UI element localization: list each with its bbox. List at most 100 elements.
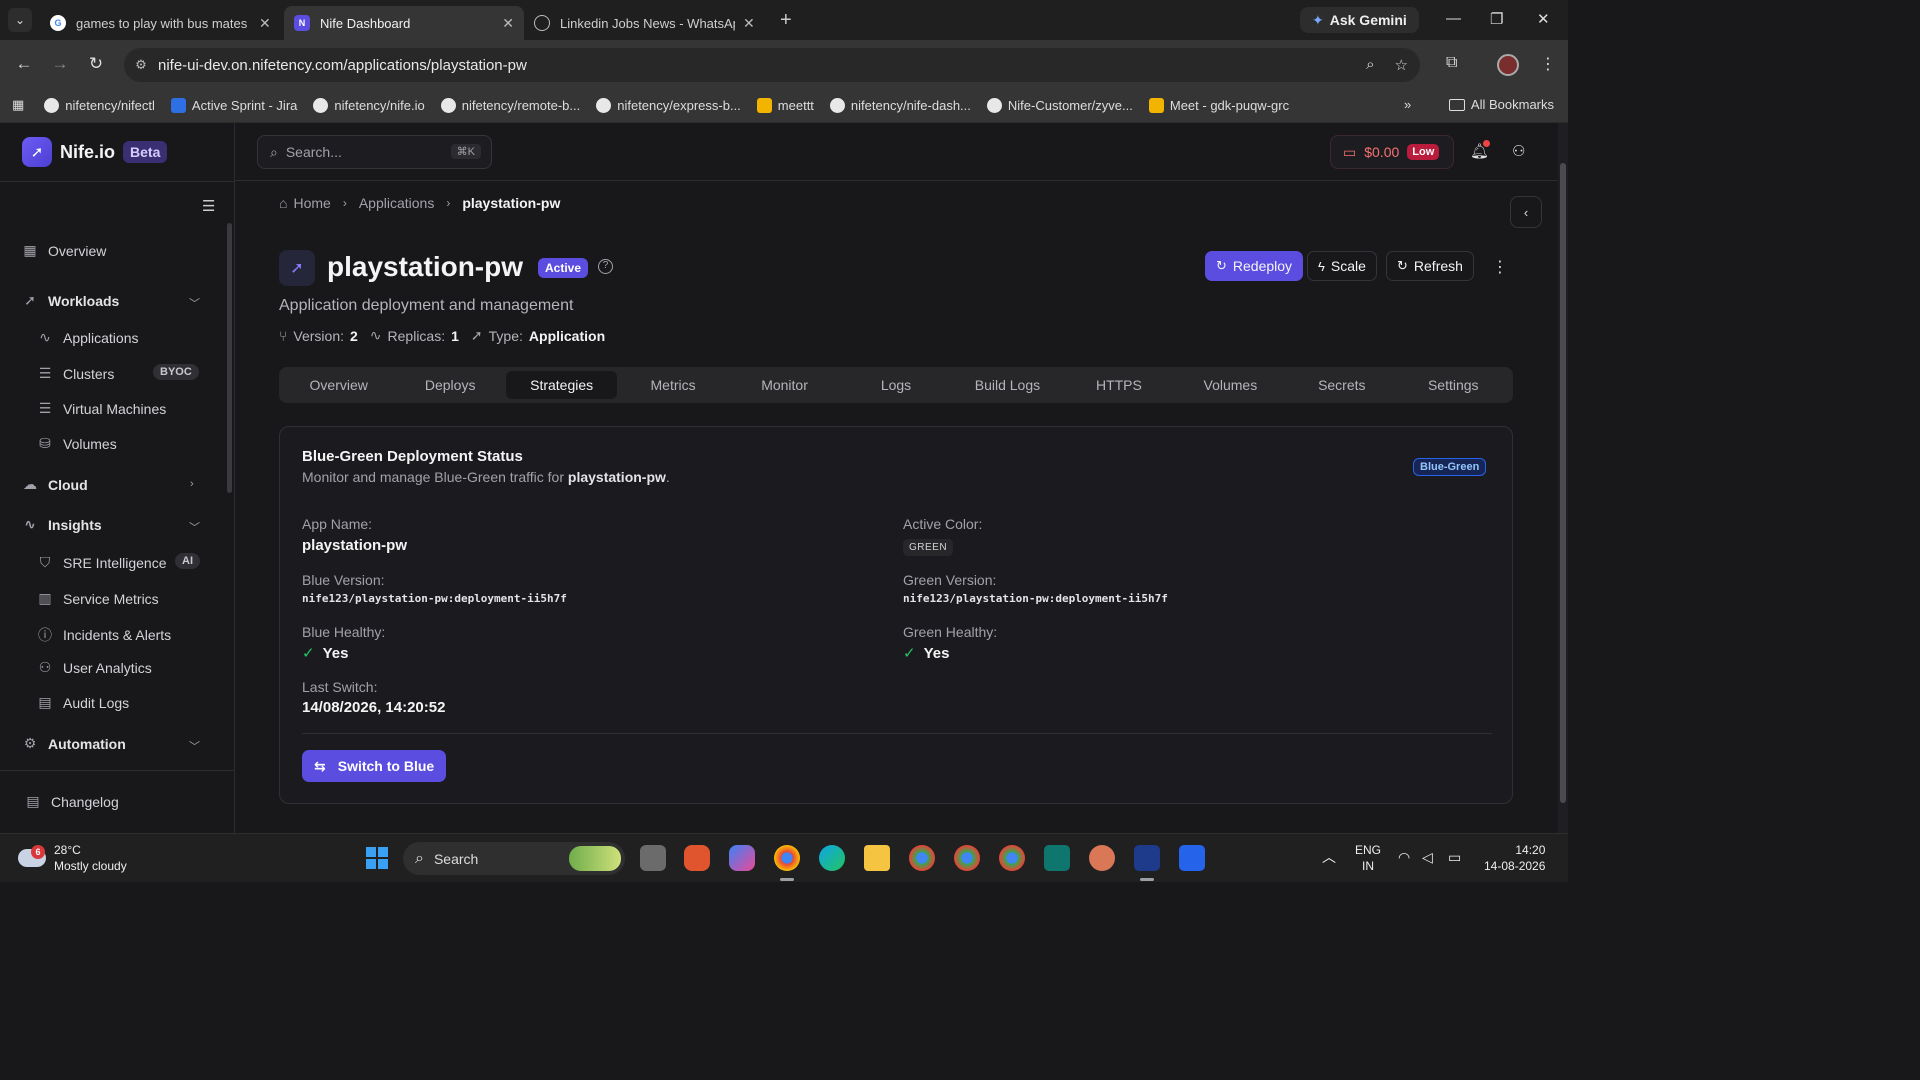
refresh-button[interactable]: ↻ Refresh	[1386, 251, 1474, 281]
ask-gemini-button[interactable]: ✦ Ask Gemini	[1300, 7, 1419, 33]
tab-search-button[interactable]: ⌄	[8, 8, 32, 32]
tab-build-logs[interactable]: Build Logs	[952, 371, 1063, 399]
back-icon[interactable]: ←	[6, 54, 42, 74]
chevron-right-icon[interactable]: ›	[190, 478, 194, 490]
tab-settings[interactable]: Settings	[1398, 371, 1509, 399]
sidebar-item-overview[interactable]: ▦ Overview	[22, 242, 106, 259]
collapse-panel-button[interactable]: ‹	[1510, 196, 1542, 228]
bookmark-star-icon[interactable]: ☆	[1395, 56, 1408, 74]
apps-grid-icon[interactable]: ▦	[12, 97, 24, 113]
reload-icon[interactable]: ↻	[78, 54, 114, 74]
bookmark-item[interactable]: Nife-Customer/zyve...	[986, 97, 1133, 113]
tab-deploys[interactable]: Deploys	[394, 371, 505, 399]
close-tab-icon[interactable]: ✕	[502, 15, 514, 32]
browser-menu-icon[interactable]: ⋮	[1540, 54, 1556, 74]
bookmark-item[interactable]: Active Sprint - Jira	[170, 97, 297, 113]
bookmark-item[interactable]: nifetency/remote-b...	[440, 97, 580, 113]
sidebar-item-service-metrics[interactable]: ▥ Service Metrics	[37, 590, 158, 607]
redeploy-button[interactable]: ↻ Redeploy	[1205, 251, 1304, 281]
bookmark-item[interactable]: nifetency/nife-dash...	[829, 97, 971, 113]
claude-icon[interactable]	[1089, 845, 1115, 871]
breadcrumb-home[interactable]: Home	[293, 195, 330, 211]
sidebar-item-virtual-machines[interactable]: ☰ Virtual Machines	[37, 400, 167, 417]
tab-monitor[interactable]: Monitor	[729, 371, 840, 399]
more-actions-icon[interactable]: ⋮	[1492, 257, 1508, 277]
clock[interactable]: 14:20 14-08-2026	[1484, 842, 1545, 874]
sidebar-item-applications[interactable]: ∿ Applications	[37, 329, 138, 346]
browser-tab-games[interactable]: G games to play with bus mates - ✕	[40, 6, 284, 40]
bookmark-item[interactable]: nifetency/nife.io	[313, 97, 425, 113]
taskbar-search[interactable]: ⌕ Search	[403, 842, 625, 875]
switch-to-blue-button[interactable]: ⇆ Switch to Blue	[302, 750, 447, 782]
sidebar-item-volumes[interactable]: ⛁ Volumes	[37, 435, 117, 452]
help-icon[interactable]: ?	[598, 259, 613, 274]
tab-strategies[interactable]: Strategies	[505, 371, 618, 399]
edge-icon[interactable]	[819, 845, 845, 871]
credit-balance-button[interactable]: ▭ $0.00 Low	[1330, 135, 1454, 169]
tab-logs[interactable]: Logs	[840, 371, 951, 399]
search-input[interactable]: ⌕ Search... ⌘K	[257, 135, 492, 169]
sidebar-item-audit-logs[interactable]: ▤ Audit Logs	[37, 694, 129, 711]
weather-widget[interactable]: 6 28°C Mostly cloudy	[18, 842, 127, 874]
file-explorer-icon[interactable]	[864, 845, 890, 871]
tab-volumes[interactable]: Volumes	[1175, 371, 1286, 399]
close-tab-icon[interactable]: ✕	[259, 15, 271, 32]
scrollbar-thumb[interactable]	[1560, 163, 1566, 803]
chevron-down-icon[interactable]: ﹀	[189, 738, 200, 754]
zoom-icon[interactable]: ⌕	[1366, 56, 1374, 74]
site-settings-icon[interactable]: ⚙	[124, 57, 158, 73]
sidebar-toggle-icon[interactable]: ☰	[202, 197, 215, 215]
extensions-icon[interactable]: ⧉	[1446, 54, 1457, 72]
volume-icon[interactable]: ◁	[1422, 849, 1433, 865]
bookmark-item[interactable]: Meet - gdk-puqw-grc	[1148, 97, 1289, 113]
sidebar-item-clusters[interactable]: ☰ Clusters	[37, 365, 115, 382]
minimize-icon[interactable]: —	[1446, 10, 1461, 27]
sidebar-item-sre-intelligence[interactable]: ⛉ SRE Intelligence	[37, 554, 167, 571]
page-scrollbar[interactable]	[1558, 123, 1568, 833]
profile-avatar[interactable]	[1497, 54, 1519, 76]
sidebar-item-incidents-alerts[interactable]: ⓘ Incidents & Alerts	[37, 625, 171, 645]
sidebar-section-workloads[interactable]: ➚ Workloads	[22, 292, 119, 309]
chrome-profile-icon[interactable]	[999, 845, 1025, 871]
bookmark-item[interactable]: meettt	[756, 97, 814, 113]
chrome-profile-icon[interactable]	[909, 845, 935, 871]
breadcrumb-applications[interactable]: Applications	[359, 195, 435, 211]
chrome-icon[interactable]	[774, 845, 800, 871]
user-icon[interactable]: ⚇	[1512, 142, 1525, 160]
scale-button[interactable]: ϟ Scale	[1307, 251, 1377, 281]
brave-icon[interactable]	[684, 845, 710, 871]
bookmark-item[interactable]: nifetency/nifectl	[44, 97, 155, 113]
arc-app-icon[interactable]	[1134, 845, 1160, 871]
chevron-up-icon[interactable]: ︿	[1322, 849, 1336, 865]
sidebar-item-changelog[interactable]: ▤ Changelog	[25, 793, 118, 810]
vscode-icon[interactable]	[1179, 845, 1205, 871]
tab-https[interactable]: HTTPS	[1063, 371, 1174, 399]
copilot-icon[interactable]	[729, 845, 755, 871]
tab-secrets[interactable]: Secrets	[1286, 371, 1397, 399]
all-bookmarks-button[interactable]: All Bookmarks	[1448, 97, 1554, 112]
wifi-icon[interactable]: ◠	[1398, 849, 1410, 865]
browser-tab-nife-dashboard[interactable]: N Nife Dashboard ✕	[284, 6, 524, 40]
chevron-down-icon[interactable]: ﹀	[189, 519, 200, 535]
restore-icon[interactable]: ❐	[1490, 10, 1503, 28]
brand[interactable]: ➚ Nife.io Beta	[22, 137, 168, 167]
new-tab-icon[interactable]: +	[780, 9, 792, 32]
browser-tab-linkedin[interactable]: Linkedin Jobs News - WhatsApp ✕	[524, 6, 768, 40]
close-window-icon[interactable]: ✕	[1537, 10, 1550, 28]
sidebar-section-cloud[interactable]: ☁ Cloud	[22, 476, 88, 493]
forward-icon[interactable]: →	[42, 54, 78, 74]
sidebar-section-insights[interactable]: ∿ Insights	[22, 516, 102, 533]
chrome-profile-icon[interactable]	[954, 845, 980, 871]
more-bookmarks-icon[interactable]: »	[1404, 97, 1411, 112]
url-text[interactable]: nife-ui-dev.on.nifetency.com/application…	[158, 57, 527, 74]
tab-metrics[interactable]: Metrics	[617, 371, 728, 399]
sidebar-item-user-analytics[interactable]: ⚇ User Analytics	[37, 659, 152, 676]
windows-start-icon[interactable]	[366, 847, 388, 869]
language-indicator[interactable]: ENG IN	[1355, 842, 1381, 874]
task-view-icon[interactable]	[640, 845, 666, 871]
sidebar-scrollbar[interactable]	[227, 223, 232, 493]
sidebar-section-automation[interactable]: ⚙ Automation	[22, 735, 126, 752]
bookmark-item[interactable]: nifetency/express-b...	[596, 97, 741, 113]
battery-icon[interactable]: ▭	[1448, 849, 1461, 865]
tab-overview[interactable]: Overview	[283, 371, 394, 399]
